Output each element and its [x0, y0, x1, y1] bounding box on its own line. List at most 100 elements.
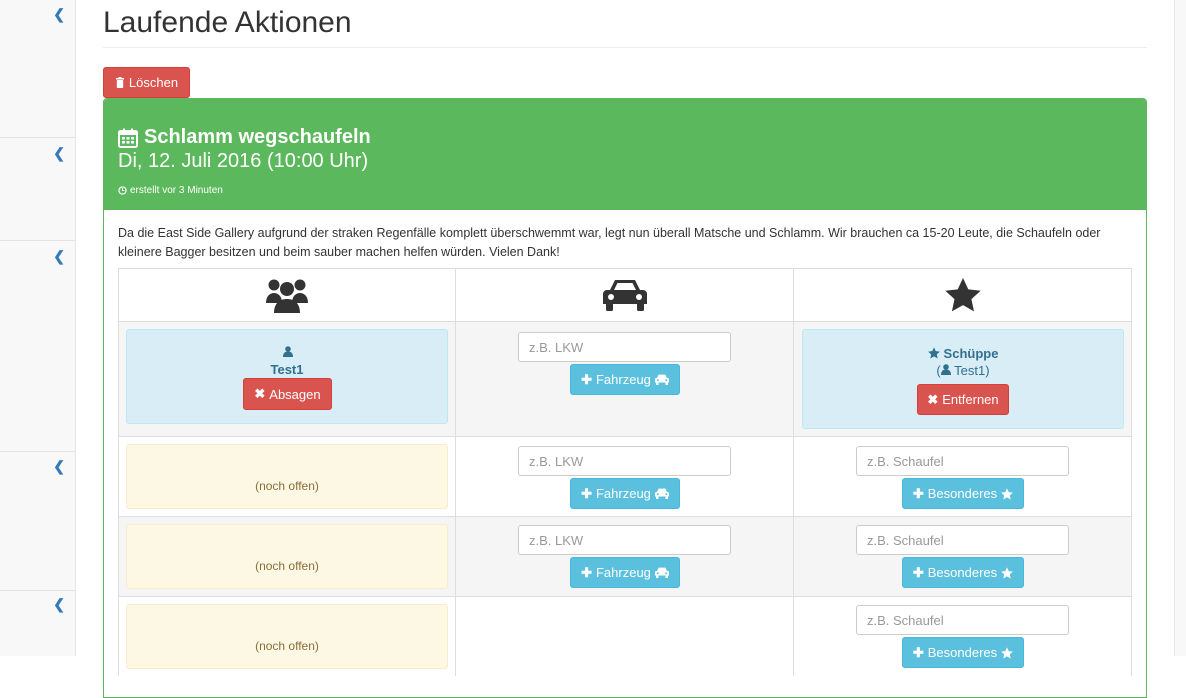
clock-icon [118, 186, 127, 195]
plus-icon: ✚ [912, 564, 924, 580]
chevron-left-icon[interactable]: ❮ [53, 145, 65, 162]
event-title: Schlamm wegschaufeln [118, 126, 371, 149]
trash-icon [115, 77, 124, 88]
vehicle-cell: z.B. LKW ✚ Fahrzeug [455, 517, 793, 596]
table-header-cell [118, 269, 455, 321]
participant-cell: (noch offen) [118, 437, 455, 516]
plus-icon: ✚ [912, 644, 924, 660]
add-vehicle-button[interactable]: ✚ Fahrzeug [570, 478, 680, 509]
add-special-label: Besonderes [927, 565, 998, 580]
add-vehicle-label: Fahrzeug [595, 486, 651, 501]
chevron-left-icon[interactable]: ❮ [53, 6, 65, 23]
delete-button[interactable]: Löschen [103, 67, 190, 98]
remove-label: Entfernen [942, 392, 999, 407]
open-status: (noch offen) [255, 559, 319, 573]
add-vehicle-label: Fahrzeug [595, 565, 651, 580]
table-header-row [118, 268, 1132, 321]
add-special-button[interactable]: ✚ Besonderes [902, 478, 1024, 509]
star-icon [1001, 646, 1014, 658]
vehicle-input[interactable]: z.B. LKW [518, 446, 731, 476]
special-cell: z.B. Schaufel ✚ Besonderes [793, 597, 1132, 676]
sidebar-section: ❮ [0, 591, 75, 656]
open-status: (noch offen) [255, 639, 319, 653]
page-title: Laufende Aktionen [103, 6, 352, 39]
table-row: (noch offen) z.B. LKW ✚ Fahrzeug z.B. Sc… [118, 436, 1132, 516]
special-input[interactable]: z.B. Schaufel [856, 525, 1069, 555]
add-vehicle-button[interactable]: ✚ Fahrzeug [570, 557, 680, 588]
participant-cell: Test1 ✖ Absagen [118, 322, 455, 436]
vehicle-cell: z.B. LKW ✚ Fahrzeug [455, 322, 793, 436]
plus-icon: ✚ [912, 485, 924, 501]
times-icon: ✖ [927, 391, 939, 407]
car-icon [654, 488, 669, 499]
add-special-button[interactable]: ✚ Besonderes [902, 637, 1024, 668]
event-created: erstellt vor 3 Minuten [118, 185, 223, 196]
add-vehicle-label: Fahrzeug [595, 372, 651, 387]
add-special-button[interactable]: ✚ Besonderes [902, 557, 1024, 588]
plus-icon: ✚ [581, 371, 592, 387]
special-owner-name: Test1 [954, 363, 986, 378]
chevron-left-icon[interactable]: ❮ [53, 596, 65, 613]
car-icon [654, 374, 669, 385]
table-row: (noch offen) z.B. LKW ✚ Fahrzeug z.B. Sc… [118, 516, 1132, 596]
user-icon [940, 364, 951, 375]
special-cell: z.B. Schaufel ✚ Besonderes [793, 517, 1132, 596]
special-item: Schüppe [803, 346, 1123, 361]
user-icon [283, 346, 293, 357]
participant-box: Test1 ✖ Absagen [126, 329, 448, 424]
special-owner: ( Test1) [936, 363, 990, 378]
open-slot-box: (noch offen) [126, 524, 448, 589]
table-header-cell [793, 269, 1132, 321]
star-icon [927, 347, 940, 359]
event-description: Da die East Side Gallery aufgrund der st… [118, 226, 1101, 259]
open-slot-box: (noch offen) [126, 604, 448, 669]
sidebar-section: ❮ [0, 241, 75, 452]
sidebar-section: ❮ [0, 138, 75, 241]
vehicle-cell [455, 597, 793, 676]
right-scroll-area [1174, 0, 1186, 656]
cancel-button[interactable]: ✖ Absagen [243, 378, 332, 410]
special-cell: Schüppe ( Test1) ✖ Entfernen [793, 322, 1132, 436]
users-icon [266, 279, 308, 313]
special-input[interactable]: z.B. Schaufel [856, 446, 1069, 476]
event-panel: Schlamm wegschaufeln Di, 12. Juli 2016 (… [103, 98, 1147, 698]
calendar-icon [118, 128, 138, 148]
cancel-label: Absagen [269, 386, 321, 402]
car-icon [602, 280, 647, 311]
created-text: erstellt vor 3 Minuten [130, 185, 223, 196]
star-icon [944, 278, 981, 312]
special-cell: z.B. Schaufel ✚ Besonderes [793, 437, 1132, 516]
open-status: (noch offen) [255, 479, 319, 493]
sidebar: ❮ ❮ ❮ ❮ ❮ [0, 0, 76, 656]
add-vehicle-button[interactable]: ✚ Fahrzeug [570, 364, 680, 395]
chevron-left-icon[interactable]: ❮ [53, 248, 65, 265]
event-header: Schlamm wegschaufeln Di, 12. Juli 2016 (… [104, 99, 1146, 210]
open-slot-box: (noch offen) [126, 444, 448, 509]
sidebar-section: ❮ [0, 0, 75, 138]
vehicle-input[interactable]: z.B. LKW [518, 525, 731, 555]
chevron-left-icon[interactable]: ❮ [53, 458, 65, 475]
table-row: (noch offen) z.B. Schaufel ✚ Besonderes [118, 596, 1132, 676]
table-row: Test1 ✖ Absagen z.B. LKW ✚ Fahrzeug Schü… [118, 321, 1132, 436]
remove-button[interactable]: ✖ Entfernen [917, 384, 1009, 415]
vehicle-input[interactable]: z.B. LKW [518, 332, 731, 362]
vehicle-cell: z.B. LKW ✚ Fahrzeug [455, 437, 793, 516]
special-box: Schüppe ( Test1) ✖ Entfernen [802, 329, 1124, 429]
plus-icon: ✚ [581, 485, 592, 501]
table-header-cell [455, 269, 793, 321]
plus-icon: ✚ [581, 564, 592, 580]
event-date: Di, 12. Juli 2016 (10:00 Uhr) [118, 150, 369, 172]
divider [103, 47, 1147, 48]
special-input[interactable]: z.B. Schaufel [856, 605, 1069, 635]
car-icon [654, 567, 669, 578]
add-special-label: Besonderes [927, 645, 998, 660]
delete-label: Löschen [128, 75, 179, 90]
star-icon [1001, 566, 1014, 578]
special-item-name: Schüppe [943, 346, 999, 361]
times-icon: ✖ [254, 386, 266, 401]
event-title-text: Schlamm wegschaufeln [144, 126, 371, 148]
sidebar-section: ❮ [0, 452, 75, 591]
participant-name: Test1 [270, 362, 304, 377]
star-icon [1001, 487, 1014, 499]
participant-cell: (noch offen) [118, 517, 455, 596]
